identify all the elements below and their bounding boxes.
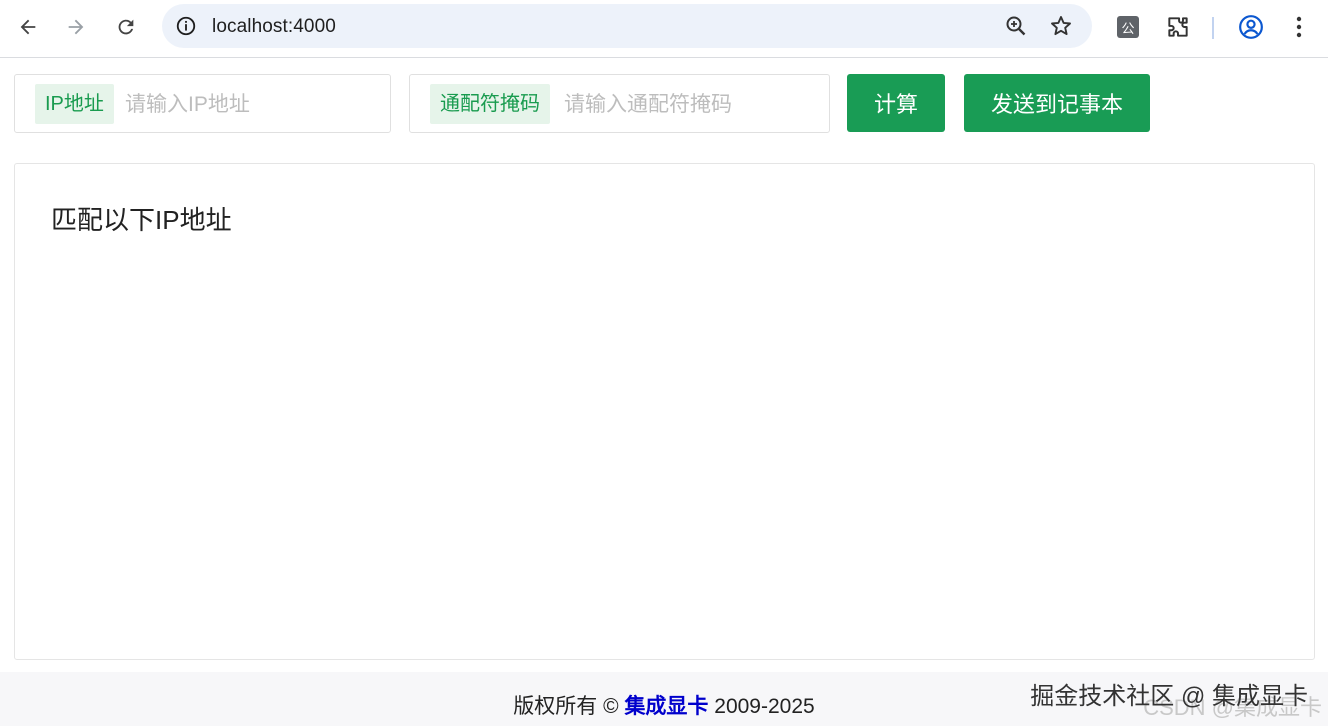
reload-icon[interactable] — [108, 9, 144, 45]
address-bar[interactable]: localhost:4000 — [162, 4, 1092, 48]
site-info-icon[interactable] — [174, 14, 198, 38]
back-icon[interactable] — [10, 9, 46, 45]
extensions-puzzle-icon[interactable] — [1165, 14, 1191, 40]
mask-input-group: 通配符掩码 — [409, 74, 830, 133]
copyright-years: 2009-2025 — [708, 695, 815, 718]
mask-input[interactable] — [562, 85, 824, 125]
url-text[interactable]: localhost:4000 — [212, 16, 336, 38]
copyright-prefix: 版权所有 © — [513, 695, 625, 718]
zoom-icon[interactable] — [1004, 14, 1028, 38]
profile-avatar-icon[interactable] — [1238, 14, 1264, 40]
result-panel: 匹配以下IP地址 — [14, 163, 1315, 660]
juejin-watermark: 掘金技术社区 @ 集成显卡 — [1030, 683, 1308, 710]
menu-kebab-icon[interactable] — [1288, 14, 1310, 40]
ip-input[interactable] — [123, 85, 382, 125]
bookmark-star-icon[interactable] — [1049, 14, 1073, 38]
extension-icon[interactable]: 公 — [1117, 16, 1139, 38]
browser-toolbar: localhost:4000 公 — [0, 0, 1328, 58]
brand-link[interactable]: 集成显卡 — [624, 695, 708, 718]
forward-icon[interactable] — [58, 9, 94, 45]
ip-input-group: IP地址 — [14, 74, 391, 133]
ip-tag-label: IP地址 — [35, 84, 114, 124]
result-title: 匹配以下IP地址 — [51, 205, 232, 235]
mask-tag-label: 通配符掩码 — [430, 84, 550, 124]
send-to-notepad-button[interactable]: 发送到记事本 — [964, 74, 1150, 132]
calculate-button[interactable]: 计算 — [847, 74, 945, 132]
toolbar-separator — [1212, 17, 1214, 39]
